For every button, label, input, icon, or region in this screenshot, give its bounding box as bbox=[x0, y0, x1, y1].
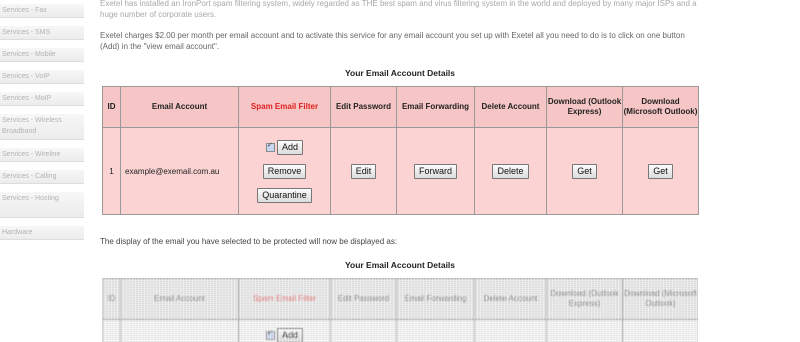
table-row: Add bbox=[102, 319, 698, 342]
cell-get-ms-outlook: Get bbox=[622, 127, 699, 215]
header-spam-filter: Spam Email Filter bbox=[238, 278, 331, 320]
sidebar-item-hardware[interactable]: Hardware bbox=[0, 226, 84, 240]
forward-button[interactable]: Forward bbox=[413, 163, 457, 179]
sidebar-item-fax[interactable]: Services - Fax bbox=[0, 4, 84, 18]
sidebar-item-moip[interactable]: Services - MoIP bbox=[0, 92, 84, 106]
section-title: Your Email Account Details bbox=[344, 68, 456, 78]
charges-paragraph: Exetel charges $2.00 per month per email… bbox=[100, 31, 685, 51]
header-id: ID bbox=[102, 278, 121, 320]
sidebar-item-wireline[interactable]: Services - Wireline bbox=[0, 148, 84, 162]
cell-email: example@exemail.com.au bbox=[120, 127, 239, 215]
header-edit-password: Edit Password bbox=[330, 278, 397, 320]
sidebar-item-voip[interactable]: Services - VoIP bbox=[0, 70, 84, 84]
sidebar-item-mobile[interactable]: Services - Mobile bbox=[0, 48, 84, 62]
cell-edit: Edit bbox=[330, 127, 397, 215]
add-button[interactable]: Add bbox=[276, 139, 303, 155]
header-spam-filter: Spam Email Filter bbox=[238, 86, 331, 128]
header-download-outlook-express: Download (Outlook Express) bbox=[546, 278, 623, 320]
cell-spam-filter: Add Remove Quarantine bbox=[238, 127, 331, 215]
table-row: 1 example@exemail.com.au Add Remove Quar… bbox=[102, 127, 699, 215]
header-edit-password: Edit Password bbox=[330, 86, 397, 128]
header-email-forwarding: Email Forwarding bbox=[396, 86, 475, 128]
email-account-table-preview: ID Email Account Spam Email Filter Edit … bbox=[102, 278, 698, 342]
spam-filter-checkbox[interactable] bbox=[265, 141, 275, 152]
edit-button[interactable]: Edit bbox=[350, 163, 377, 179]
sidebar-item-calling[interactable]: Services - Calling bbox=[0, 170, 84, 184]
sidebar-nav: Services - Fax Services - SMS Services -… bbox=[0, 0, 84, 342]
sidebar-item-sms[interactable]: Services - SMS bbox=[0, 26, 84, 40]
header-email-account: Email Account bbox=[120, 86, 239, 128]
cell-get-outlook-express: Get bbox=[546, 127, 623, 215]
header-download-ms-outlook: Download (Microsoft Outlook) bbox=[622, 278, 698, 320]
remove-button[interactable]: Remove bbox=[262, 163, 307, 179]
display-paragraph: The display of the email you have select… bbox=[100, 237, 398, 246]
header-email-account: Email Account bbox=[120, 278, 239, 320]
add-button[interactable]: Add bbox=[276, 327, 303, 342]
table-header-row: ID Email Account Spam Email Filter Edit … bbox=[102, 86, 699, 128]
cell-forward: Forward bbox=[396, 127, 475, 215]
header-download-outlook-express: Download (Outlook Express) bbox=[546, 86, 623, 128]
delete-button[interactable]: Delete bbox=[492, 163, 529, 179]
sidebar-item-hosting[interactable]: Services - Hosting bbox=[0, 192, 84, 218]
quarantine-button[interactable]: Quarantine bbox=[257, 187, 312, 203]
header-delete-account: Delete Account bbox=[474, 278, 547, 320]
section-title-2: Your Email Account Details bbox=[344, 260, 456, 270]
get-outlook-express-button[interactable]: Get bbox=[572, 163, 597, 179]
header-delete-account: Delete Account bbox=[474, 86, 547, 128]
preview-table-wrap: ID Email Account Spam Email Filter Edit … bbox=[102, 278, 698, 342]
sidebar-item-wireless[interactable]: Services - Wireless Broadband bbox=[0, 114, 84, 140]
email-account-table: ID Email Account Spam Email Filter Edit … bbox=[102, 86, 699, 215]
spam-filter-checkbox[interactable] bbox=[265, 329, 275, 340]
header-email-forwarding: Email Forwarding bbox=[396, 278, 475, 320]
intro-paragraph: Exetel has installed an IronPort spam fi… bbox=[100, 0, 697, 19]
table-header-row: ID Email Account Spam Email Filter Edit … bbox=[102, 278, 698, 320]
header-id: ID bbox=[102, 86, 121, 128]
cell-delete: Delete bbox=[474, 127, 547, 215]
header-download-ms-outlook: Download (Microsoft Outlook) bbox=[622, 86, 699, 128]
cell-spam-filter: Add bbox=[238, 319, 331, 342]
get-ms-outlook-button[interactable]: Get bbox=[648, 163, 673, 179]
cell-id: 1 bbox=[102, 127, 121, 215]
